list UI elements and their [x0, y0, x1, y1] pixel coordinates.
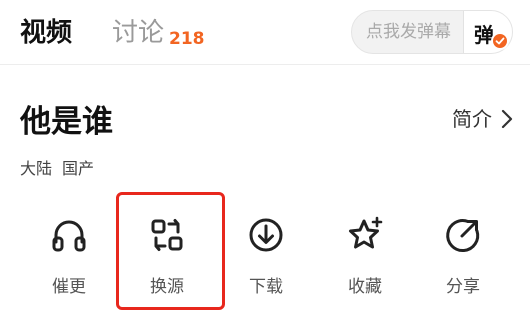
share-label: 分享 — [446, 277, 480, 297]
danmaku-bar: 弹 — [351, 10, 513, 54]
favorite-button[interactable]: 收藏 — [316, 200, 414, 308]
action-row: 催更 换源 下载 收藏 分享 — [0, 200, 530, 310]
download-button[interactable]: 下载 — [217, 200, 315, 308]
top-tab-bar: 视频 讨论 218 弹 — [0, 0, 530, 64]
download-icon — [249, 218, 283, 252]
video-title: 他是谁 — [20, 104, 113, 140]
share-icon — [446, 219, 480, 253]
download-label: 下载 — [249, 277, 283, 297]
urge-update-button[interactable]: 催更 — [20, 200, 118, 308]
intro-label: 简介 — [452, 107, 492, 131]
favorite-label: 收藏 — [348, 277, 382, 297]
danmaku-on-check-icon — [491, 32, 509, 50]
tab-divider — [0, 64, 530, 65]
headphones-icon — [52, 220, 86, 252]
share-button[interactable]: 分享 — [414, 200, 512, 308]
tab-discuss[interactable]: 讨论 — [112, 12, 164, 49]
meta-region: 大陆 — [20, 159, 53, 178]
star-icon — [349, 216, 383, 249]
video-meta: 大陆 国产 — [20, 155, 94, 179]
chevron-right-icon — [501, 109, 513, 129]
tab-video[interactable]: 视频 — [20, 12, 72, 49]
discuss-count-badge: 218 — [169, 29, 205, 49]
highlight-box — [116, 192, 225, 310]
danmaku-input[interactable] — [352, 11, 464, 53]
meta-origin: 国产 — [62, 159, 95, 178]
intro-link[interactable]: 简介 — [452, 103, 513, 135]
urge-update-label: 催更 — [52, 277, 86, 297]
danmaku-toggle-button[interactable]: 弹 — [464, 11, 512, 53]
